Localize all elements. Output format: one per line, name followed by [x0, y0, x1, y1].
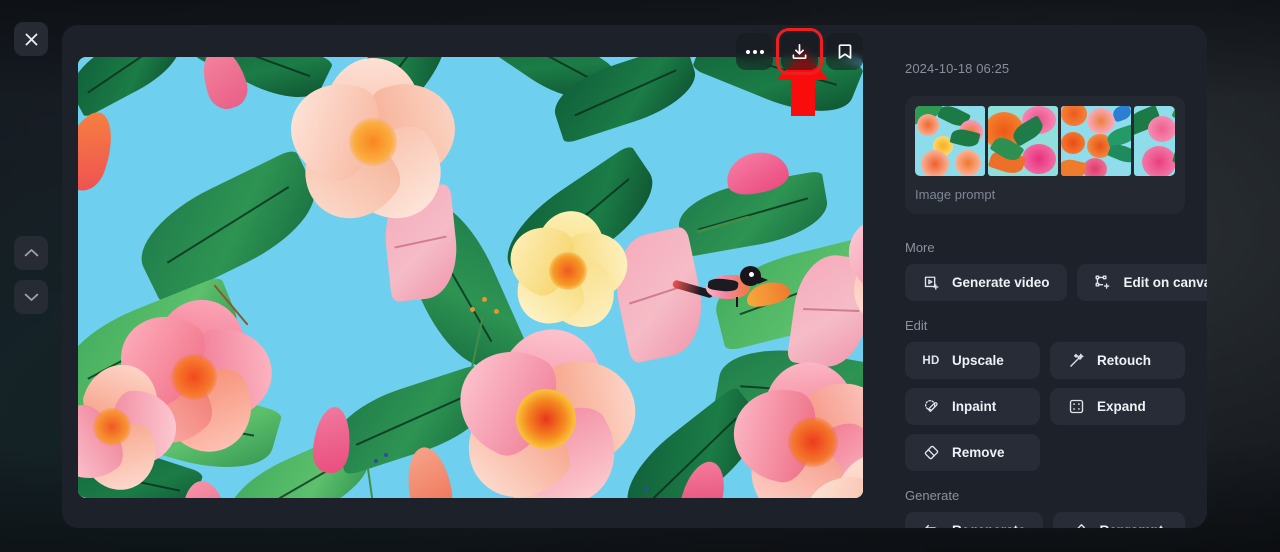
retouch-button[interactable]: Retouch: [1050, 342, 1185, 379]
upscale-button[interactable]: HD Upscale: [905, 342, 1040, 379]
image-stage: [62, 25, 879, 528]
remove-button[interactable]: Remove: [905, 434, 1040, 471]
expand-label: Expand: [1097, 399, 1146, 414]
generate-video-button[interactable]: Generate video: [905, 264, 1067, 301]
image-prompt-card: Image prompt: [905, 96, 1185, 214]
prompt-thumbnail-3[interactable]: [1061, 106, 1131, 176]
canvas-nodes-icon: [1094, 274, 1112, 292]
inpaint-button[interactable]: Inpaint: [905, 388, 1040, 425]
remove-label: Remove: [952, 445, 1005, 460]
regenerate-button[interactable]: Regenerate: [905, 512, 1043, 528]
chevron-down-icon: [24, 293, 38, 301]
prompt-thumbnail-1[interactable]: [915, 106, 985, 176]
reprompt-button[interactable]: Reprompt: [1052, 512, 1185, 528]
previous-image-button[interactable]: [14, 236, 48, 270]
chevron-up-icon: [24, 249, 38, 257]
reprompt-label: Reprompt: [1100, 523, 1164, 528]
edit-actions-grid: HD Upscale Retouch Inpaint Expand Remove: [905, 342, 1185, 471]
bookmark-icon: [838, 44, 851, 59]
more-actions-grid: Generate video Edit on canvas: [905, 264, 1207, 301]
navigation-chevrons: [14, 236, 48, 314]
edit-on-canvas-label: Edit on canvas: [1123, 275, 1207, 290]
retouch-label: Retouch: [1097, 353, 1151, 368]
generate-video-label: Generate video: [952, 275, 1050, 290]
regenerate-label: Regenerate: [952, 523, 1026, 528]
bookmark-button[interactable]: [826, 33, 863, 70]
eraser-icon: [922, 444, 940, 462]
hd-badge-icon: HD: [922, 354, 940, 367]
more-dots-icon: [745, 49, 764, 54]
section-label-generate: Generate: [905, 488, 960, 503]
section-label-more: More: [905, 240, 935, 255]
refresh-loop-icon: [922, 522, 940, 528]
expand-frame-icon: [1067, 398, 1085, 416]
pencil-icon: [1070, 522, 1088, 528]
section-label-edit: Edit: [905, 318, 928, 333]
details-sidebar: 2024-10-18 06:25 Image prompt More Gener…: [879, 25, 1207, 528]
image-prompt-label: Image prompt: [915, 187, 996, 202]
main-image[interactable]: [78, 57, 863, 498]
prompt-thumbnail-2[interactable]: [988, 106, 1058, 176]
download-button[interactable]: [776, 28, 823, 75]
generation-timestamp: 2024-10-18 06:25: [905, 61, 1010, 76]
expand-button[interactable]: Expand: [1050, 388, 1185, 425]
close-button[interactable]: [14, 22, 48, 56]
image-detail-modal: 2024-10-18 06:25 Image prompt More Gener…: [62, 25, 1207, 528]
close-icon: [25, 33, 37, 45]
image-toolbar: [736, 28, 863, 75]
video-frame-plus-icon: [922, 274, 940, 292]
brush-circle-icon: [922, 398, 940, 416]
download-icon: [792, 43, 807, 60]
prompt-thumbnail-4[interactable]: [1134, 106, 1175, 176]
upscale-label: Upscale: [952, 353, 1004, 368]
magic-wand-icon: [1067, 352, 1085, 370]
edit-on-canvas-button[interactable]: Edit on canvas: [1076, 264, 1207, 301]
inpaint-label: Inpaint: [952, 399, 997, 414]
more-options-button[interactable]: [736, 33, 773, 70]
next-image-button[interactable]: [14, 280, 48, 314]
prompt-thumbnail-strip: [915, 106, 1175, 176]
generate-actions-grid: Regenerate Reprompt: [905, 512, 1185, 528]
